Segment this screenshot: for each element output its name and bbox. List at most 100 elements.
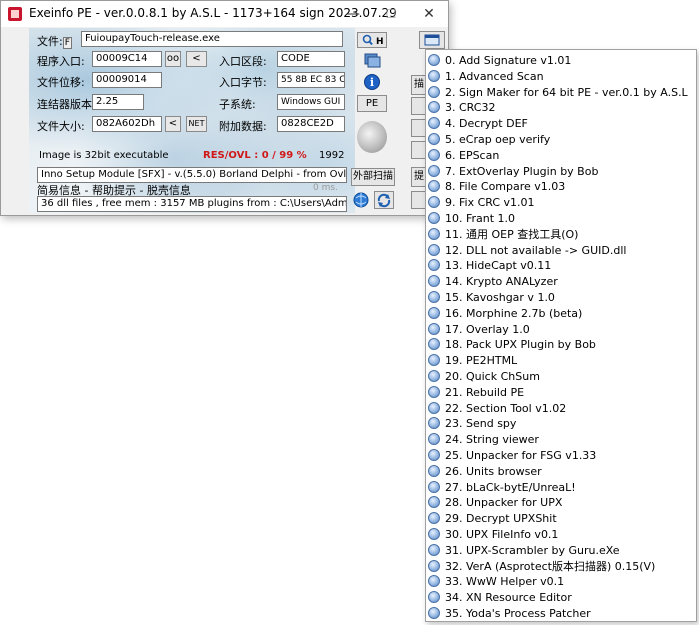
menu-item-label: 15. Kavoshgar v 1.0: [445, 291, 555, 304]
menu-item-label: 1. Advanced Scan: [445, 69, 544, 83]
plugin-icon: [428, 464, 440, 477]
plugin-icon: [428, 148, 440, 161]
layers-button[interactable]: [359, 52, 385, 70]
menu-item[interactable]: 14. Krypto ANALyzer: [426, 274, 696, 290]
plugin-icon: [428, 449, 440, 461]
menu-item-label: 19. PE2HTML: [445, 354, 518, 368]
year-status: 1992: [319, 150, 345, 161]
refresh-icon: [377, 193, 391, 208]
menu-item[interactable]: 17. Overlay 1.0: [426, 322, 696, 338]
linker-field[interactable]: 2.25: [92, 94, 144, 110]
menu-item[interactable]: 18. Pack UPX Plugin by Bob: [426, 337, 696, 353]
menu-item[interactable]: 34. XN Resource Editor: [426, 590, 696, 606]
menu-item[interactable]: 2. Sign Maker for 64 bit PE - ver.0.1 by…: [426, 85, 696, 101]
menu-item-label: 34. XN Resource Editor: [445, 591, 572, 605]
menu-item[interactable]: 32. VerA (Asprotect版本扫描器) 0.15(V): [426, 559, 696, 575]
menu-item[interactable]: 28. Unpacker for UPX: [426, 495, 696, 511]
menu-item-label: 17. Overlay 1.0: [445, 322, 530, 336]
menu-item-label: 29. Decrypt UPXShit: [445, 512, 557, 526]
menu-item[interactable]: 24. String viewer: [426, 432, 696, 448]
info-line-field[interactable]: 36 dll files , free mem : 3157 MB plugin…: [37, 196, 347, 212]
pe-button[interactable]: PE: [357, 95, 387, 112]
file-accel-button[interactable]: F: [62, 37, 72, 49]
refresh-button[interactable]: [374, 191, 394, 209]
menu-item[interactable]: 26. Units browser: [426, 464, 696, 480]
menu-item-label: 33. WwW Helper v0.1: [445, 575, 565, 589]
menu-item[interactable]: 29. Decrypt UPXShit: [426, 511, 696, 527]
search-button[interactable]: H: [357, 32, 387, 48]
maximize-button[interactable]: ☐: [372, 1, 410, 27]
file-name-field[interactable]: FuioupayTouch-release.exe: [81, 31, 343, 47]
plugin-icon: [428, 543, 440, 556]
menu-item[interactable]: 21. Rebuild PE: [426, 385, 696, 401]
menu-item[interactable]: 31. UPX-Scrambler by Guru.eXe: [426, 543, 696, 559]
plugin-icon: [428, 275, 440, 288]
menu-item[interactable]: 19. PE2HTML: [426, 353, 696, 369]
menu-item[interactable]: 33. WwW Helper v0.1: [426, 574, 696, 590]
ep-section-field[interactable]: CODE: [277, 51, 345, 67]
options-button[interactable]: [419, 31, 445, 49]
minimize-button[interactable]: —: [334, 1, 372, 27]
plugin-icon: [428, 322, 440, 335]
menu-item[interactable]: 20. Quick ChSum: [426, 369, 696, 385]
layers-icon: [364, 53, 381, 68]
linker-label: 连结器版本:: [37, 98, 96, 111]
menu-item-label: 13. HideCapt v0.11: [445, 259, 552, 273]
close-button[interactable]: ✕: [410, 1, 448, 27]
menu-item[interactable]: 35. Yoda's Process Patcher: [426, 606, 696, 622]
plugin-icon: [428, 117, 440, 130]
entry-oo-button[interactable]: oo: [165, 51, 181, 67]
file-size-field[interactable]: 082A602Dh: [92, 116, 162, 132]
menu-item[interactable]: 23. Send spy: [426, 416, 696, 432]
menu-item[interactable]: 5. eCrap oep verify: [426, 132, 696, 148]
net-button[interactable]: NET: [186, 116, 207, 132]
menu-item[interactable]: 27. bLaCk-bytE/UnreaL!: [426, 480, 696, 496]
plugin-icon: [428, 101, 440, 114]
menu-item-label: 27. bLaCk-bytE/UnreaL!: [445, 480, 576, 494]
menu-item-label: 32. VerA (Asprotect版本扫描器) 0.15(V): [445, 559, 656, 573]
menu-item[interactable]: 25. Unpacker for FSG v1.33: [426, 448, 696, 464]
menu-item[interactable]: 3. CRC32: [426, 100, 696, 116]
entry-lt-button[interactable]: <: [186, 51, 207, 67]
ep-bytes-field[interactable]: 55 8B EC 83 C4: [277, 72, 345, 88]
globe-icon: [353, 192, 369, 208]
info-panel: 文件: F FuioupayTouch-release.exe 程序入口: 000…: [29, 28, 355, 213]
menu-item[interactable]: 11. 通用 OEP 查找工具(O): [426, 227, 696, 243]
menu-item[interactable]: 7. ExtOverlay Plugin by Bob: [426, 164, 696, 180]
globe-button[interactable]: [352, 191, 370, 209]
menu-item[interactable]: 16. Morphine 2.7b (beta): [426, 306, 696, 322]
plugin-icon: [428, 338, 440, 351]
external-scan-button[interactable]: 外部扫描: [351, 168, 395, 186]
res-ovl-status: RES/OVL : 0 / 99 %: [203, 150, 307, 161]
menu-item[interactable]: 13. HideCapt v0.11: [426, 258, 696, 274]
plugins-menu: 0. Add Signature v1.01 1. Advanced Scan 2.…: [425, 49, 697, 622]
menu-item[interactable]: 4. Decrypt DEF: [426, 116, 696, 132]
plugin-icon: [428, 85, 440, 98]
size-lt-button[interactable]: <: [165, 116, 181, 132]
menu-item-label: 24. String viewer: [445, 433, 539, 447]
title-bar[interactable]: Exeinfo PE - ver.0.0.8.1 by A.S.L - 1173…: [1, 1, 448, 27]
menu-item[interactable]: 12. DLL not available -> GUID.dll: [426, 243, 696, 259]
menu-item[interactable]: 30. UPX FileInfo v0.1: [426, 527, 696, 543]
menu-item-label: 7. ExtOverlay Plugin by Bob: [445, 164, 599, 178]
h-icon: H: [376, 37, 384, 47]
entry-point-field[interactable]: 00009C14: [92, 51, 162, 67]
menu-item[interactable]: 6. EPScan: [426, 148, 696, 164]
menu-item-label: 5. eCrap oep verify: [445, 133, 551, 146]
menu-item[interactable]: 1. Advanced Scan: [426, 69, 696, 85]
menu-item[interactable]: 10. Frant 1.0: [426, 211, 696, 227]
menu-item[interactable]: 22. Section Tool v1.02: [426, 401, 696, 417]
plugin-icon: [428, 54, 440, 66]
plugin-icon: [428, 291, 440, 303]
menu-item[interactable]: 15. Kavoshgar v 1.0: [426, 290, 696, 306]
menu-item[interactable]: 9. Fix CRC v1.01: [426, 195, 696, 211]
overlay-field[interactable]: 0828CE2D: [277, 116, 345, 132]
file-offset-field[interactable]: 00009014: [92, 72, 162, 88]
info-button[interactable]: i: [359, 73, 385, 91]
menu-item[interactable]: 0. Add Signature v1.01: [426, 53, 696, 69]
main-window: Exeinfo PE - ver.0.0.8.1 by A.S.L - 1173…: [0, 0, 449, 216]
subsystem-field[interactable]: Windows GUI: [277, 94, 345, 110]
menu-item[interactable]: 8. File Compare v1.03: [426, 179, 696, 195]
detection-result-field[interactable]: Inno Setup Module [SFX] - v.(5.5.0) Borl…: [37, 167, 347, 183]
plugin-icon: [428, 559, 440, 572]
